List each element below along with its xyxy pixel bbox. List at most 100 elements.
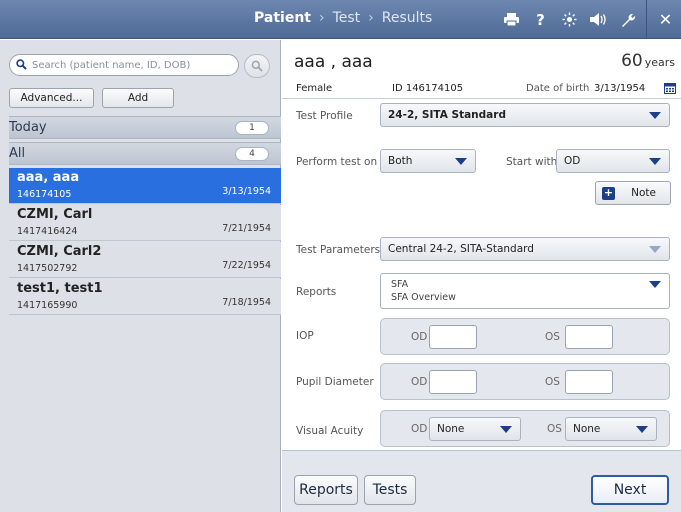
- add-note-icon: +: [602, 186, 615, 200]
- start-with-label: Start with: [506, 156, 558, 168]
- reports-button[interactable]: Reports: [294, 475, 358, 505]
- va-od-dropdown[interactable]: None: [429, 417, 521, 441]
- patient-row[interactable]: test1, test1 1417165990 7/18/1954: [9, 279, 281, 315]
- perform-test-value: Both: [388, 155, 413, 167]
- visual-acuity-panel: OD None OS None: [380, 410, 670, 447]
- patient-age-value: 60: [621, 51, 643, 71]
- patient-gender: Female: [296, 83, 333, 94]
- test-profile-value: 24-2, SITA Standard: [388, 109, 506, 121]
- patient-id: 1417165990: [17, 300, 78, 311]
- toolbar-icons: ? ✕: [495, 0, 681, 39]
- tests-button[interactable]: Tests: [364, 475, 416, 505]
- od-label: OD: [411, 423, 428, 435]
- patient-row[interactable]: CZMI, Carl 1417416424 7/21/1954: [9, 205, 281, 241]
- iop-od-input[interactable]: [429, 325, 477, 349]
- breadcrumb-separator: ›: [318, 10, 325, 26]
- pupil-diameter-panel: OD OS: [380, 363, 670, 400]
- chevron-down-icon: [649, 158, 661, 165]
- calendar-icon[interactable]: [664, 82, 676, 97]
- va-os-dropdown[interactable]: None: [565, 417, 657, 441]
- os-label: OS: [545, 331, 560, 343]
- test-parameters-dropdown[interactable]: Central 24-2, SITA-Standard: [380, 237, 670, 261]
- note-button[interactable]: + Note: [595, 181, 671, 205]
- va-os-value: None: [573, 423, 601, 435]
- patient-name: CZMI, Carl: [17, 207, 93, 222]
- search-input[interactable]: [32, 57, 232, 73]
- patient-age-unit: years: [644, 56, 675, 69]
- note-label: Note: [631, 187, 656, 199]
- os-label: OS: [545, 376, 560, 388]
- iop-label: IOP: [296, 330, 314, 342]
- patient-name: CZMI, Carl2: [17, 244, 102, 259]
- chevron-down-icon: [455, 158, 467, 165]
- patient-id: 1417416424: [17, 226, 78, 237]
- od-label: OD: [411, 376, 428, 388]
- patient-name: test1, test1: [17, 281, 103, 296]
- patient-age: 60 years: [621, 51, 675, 71]
- footer-bar: Reports Tests Next: [282, 450, 681, 512]
- reports-label: Reports: [296, 286, 337, 298]
- search-icon: [16, 59, 27, 73]
- close-icon[interactable]: ✕: [653, 5, 678, 35]
- group-count-badge: 4: [235, 147, 269, 161]
- search-button[interactable]: [244, 54, 270, 78]
- breadcrumb-separator: ›: [368, 10, 374, 26]
- patient-dob: 7/21/1954: [222, 223, 271, 234]
- chevron-down-icon: [636, 426, 648, 433]
- test-setup-pane: aaa , aaa 60 years Female ID 146174105 Da…: [282, 40, 681, 512]
- start-with-value: OD: [564, 155, 581, 167]
- iop-os-input[interactable]: [565, 325, 613, 349]
- test-parameters-value: Central 24-2, SITA-Standard: [388, 243, 534, 255]
- chevron-down-icon: [649, 112, 661, 119]
- brightness-icon[interactable]: [557, 5, 582, 35]
- volume-icon[interactable]: [586, 5, 611, 35]
- reports-dropdown[interactable]: SFA SFA Overview: [380, 273, 670, 309]
- add-patient-button[interactable]: Add: [102, 88, 174, 108]
- report-item: SFA Overview: [391, 292, 456, 303]
- breadcrumb-results[interactable]: Results: [382, 10, 433, 26]
- group-count-badge: 1: [235, 121, 269, 135]
- wrench-icon[interactable]: [615, 5, 640, 35]
- advanced-search-button[interactable]: Advanced...: [9, 88, 94, 108]
- dob-label: Date of birth: [526, 83, 590, 94]
- patient-id: 146174105: [17, 189, 72, 200]
- visual-acuity-label: Visual Acuity: [296, 425, 364, 437]
- toolbar-divider: [646, 0, 647, 39]
- printer-icon[interactable]: [499, 5, 524, 35]
- group-all[interactable]: All 4: [9, 142, 281, 165]
- next-button[interactable]: Next: [591, 475, 669, 505]
- breadcrumb-patient[interactable]: Patient: [254, 10, 311, 26]
- va-od-value: None: [437, 423, 465, 435]
- start-with-dropdown[interactable]: OD: [556, 149, 670, 173]
- chevron-down-icon: [649, 281, 661, 288]
- patient-list-pane: Advanced... Add Today 1 All 4 aaa, aaa 1…: [0, 40, 281, 512]
- search-field[interactable]: [9, 54, 239, 76]
- group-today[interactable]: Today 1: [9, 116, 281, 139]
- patient-dob: 7/22/1954: [222, 260, 271, 271]
- patient-id: 1417502792: [17, 263, 78, 274]
- dob-value: 3/13/1954: [594, 83, 646, 94]
- pupil-od-input[interactable]: [429, 370, 477, 394]
- pupil-os-input[interactable]: [565, 370, 613, 394]
- patient-dob: 3/13/1954: [222, 186, 271, 197]
- patient-row[interactable]: CZMI, Carl2 1417502792 7/22/1954: [9, 242, 281, 278]
- perform-test-dropdown[interactable]: Both: [380, 149, 476, 173]
- help-icon[interactable]: ?: [528, 5, 553, 35]
- patient-title-name: aaa , aaa: [294, 52, 373, 72]
- test-profile-dropdown[interactable]: 24-2, SITA Standard: [380, 103, 670, 127]
- group-title: Today: [9, 120, 47, 135]
- perform-test-label: Perform test on: [296, 156, 378, 168]
- patient-row-selected[interactable]: aaa, aaa 146174105 3/13/1954: [9, 168, 281, 204]
- patient-dob: 7/18/1954: [222, 297, 271, 308]
- chevron-down-icon: [500, 426, 512, 433]
- report-item: SFA: [391, 279, 409, 290]
- group-title: All: [9, 146, 26, 161]
- od-label: OD: [411, 331, 428, 343]
- os-label: OS: [547, 423, 562, 435]
- breadcrumb-test[interactable]: Test: [333, 10, 361, 26]
- test-parameters-label: Test Parameters: [296, 244, 381, 256]
- iop-panel: OD OS: [380, 318, 670, 355]
- divider: [282, 98, 681, 99]
- pupil-diameter-label: Pupil Diameter: [296, 376, 374, 388]
- patient-id-label: ID 146174105: [392, 83, 464, 94]
